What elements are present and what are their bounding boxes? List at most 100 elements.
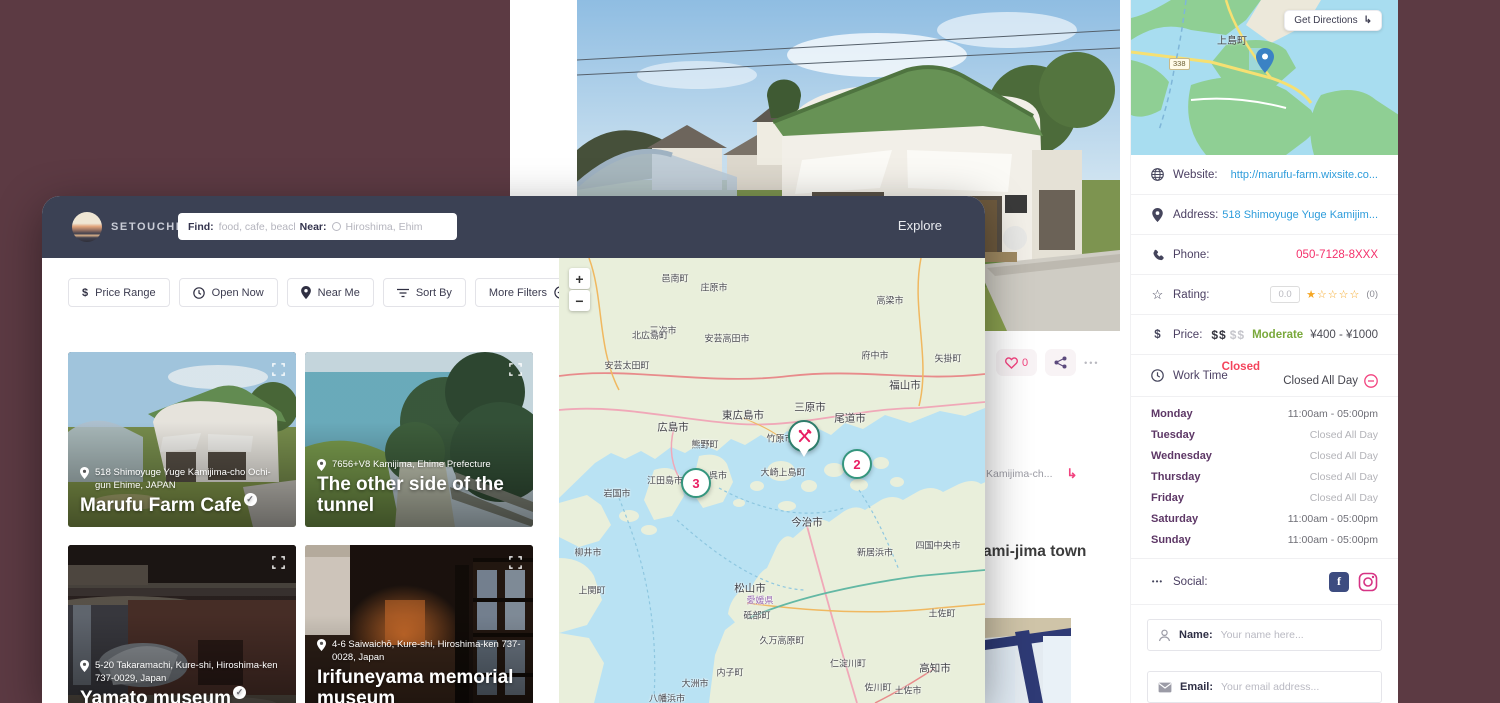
filter-price-range[interactable]: $ Price Range — [68, 278, 170, 307]
clock-icon — [1151, 369, 1164, 382]
verified-icon: ✓ — [233, 686, 246, 699]
map-city-label: 呉市 — [709, 469, 727, 482]
verified-icon: ✓ — [244, 493, 257, 506]
map-city-label: 久万高原町 — [759, 634, 804, 647]
filter-bar: $ Price Range Open Now Near Me — [68, 278, 581, 307]
app-content: $ Price Range Open Now Near Me — [42, 258, 985, 703]
map-pin-icon — [1256, 48, 1274, 73]
address-link[interactable]: 518 Shimoyuge Yuge Kamijim... — [1222, 209, 1378, 221]
near-input[interactable] — [346, 221, 422, 233]
website-row: Website: http://marufu-farm.wixsite.co..… — [1131, 155, 1398, 195]
search-bar: Find: Near: — [178, 213, 457, 240]
map-city-label: 庄原市 — [700, 281, 727, 294]
route-badge: 338 — [1169, 58, 1190, 70]
pin-icon — [301, 286, 311, 299]
listing-card-marufu-farm-cafe[interactable]: 518 Shimoyuge Yuge Kamijima-cho Ochi-gun… — [68, 352, 296, 527]
card-address: 4-6 Saiwaichō, Kure-shi, Hiroshima-ken 7… — [317, 638, 523, 665]
worktime-label: Work Time — [1173, 370, 1228, 382]
price-range: ¥400 - ¥1000 — [1310, 329, 1378, 341]
listing-card-irifuneyama-museum[interactable]: 4-6 Saiwaichō, Kure-shi, Hiroshima-ken 7… — [305, 545, 533, 703]
detail-sidebar: Get Directions ↳ 上島町 338 Website: http:/… — [1130, 0, 1398, 703]
website-link[interactable]: http://marufu-farm.wixsite.co... — [1231, 169, 1378, 181]
like-button[interactable]: 0 — [996, 349, 1037, 376]
schedule-day: Thursday — [1151, 471, 1201, 483]
map-city-label: 尾道市 — [834, 411, 866, 426]
address-label: Address: — [1173, 209, 1218, 221]
filter-open-now[interactable]: Open Now — [179, 278, 278, 307]
address-row: Address: 518 Shimoyuge Yuge Kamijim... — [1131, 195, 1398, 235]
name-field[interactable]: Name: — [1147, 619, 1382, 651]
zoom-in-button[interactable]: + — [569, 268, 590, 289]
email-field[interactable]: Email: — [1147, 671, 1382, 703]
price-dollars-inactive: $$ — [1230, 328, 1245, 342]
map-city-label: 熊野町 — [691, 438, 718, 451]
mini-map[interactable]: Get Directions ↳ 上島町 338 — [1131, 0, 1398, 155]
collapse-minus-icon[interactable] — [1364, 374, 1378, 388]
schedule-day: Tuesday — [1151, 429, 1195, 441]
filter-sort-by[interactable]: Sort By — [383, 278, 466, 307]
dollar-icon: $ — [82, 287, 88, 299]
expand-icon[interactable] — [508, 362, 523, 377]
name-input[interactable] — [1221, 629, 1371, 641]
share-button[interactable] — [1045, 349, 1076, 376]
detail-location-line: Kamijima-ch... ↳ — [986, 466, 1077, 482]
card-title: Irifuneyama memorial museum — [317, 668, 523, 703]
price-values: $$ $$ Moderate ¥400 - ¥1000 — [1211, 328, 1378, 342]
pin-icon — [1151, 208, 1164, 221]
map-cluster-marker[interactable]: 3 — [681, 468, 711, 498]
rating-stars[interactable]: ★☆☆☆☆ — [1306, 288, 1360, 301]
near-location-icon — [332, 222, 341, 231]
instagram-icon[interactable] — [1358, 572, 1378, 592]
map-city-label: 八幡浜市 — [649, 692, 685, 703]
schedule-day: Wednesday — [1151, 450, 1212, 462]
map-city-label: 安芸太田町 — [604, 359, 649, 372]
map-city-label: 柳井市 — [574, 546, 601, 559]
map-city-label: 邑南町 — [661, 272, 688, 285]
card-info: 7656+V8 Kamijima, Ehime Prefecture The o… — [317, 458, 523, 517]
find-input[interactable] — [219, 221, 295, 233]
map-city-label: 三原市 — [794, 400, 826, 415]
price-row: $ Price: $$ $$ Moderate ¥400 - ¥1000 — [1131, 315, 1398, 355]
mini-map-town-label: 上島町 — [1217, 32, 1247, 47]
worktime-row: Work Time Closed Closed All Day — [1131, 355, 1398, 397]
zoom-out-button[interactable]: − — [569, 290, 590, 311]
rating-value-box[interactable]: 0.0 — [1270, 286, 1300, 303]
gallery-photo — [985, 618, 1071, 703]
card-info: 518 Shimoyuge Yuge Kamijima-cho Ochi-gun… — [80, 466, 286, 517]
card-info: 5-20 Takaramachi, Kure-shi, Hiroshima-ke… — [80, 659, 286, 703]
phone-value[interactable]: 050-7128-8XXX — [1296, 249, 1378, 261]
schedule-day: Saturday — [1151, 513, 1198, 525]
website-label: Website: — [1173, 169, 1218, 181]
more-options-icon[interactable]: ••• — [1084, 358, 1099, 368]
map-cluster-marker[interactable]: 2 — [842, 449, 872, 479]
email-input[interactable] — [1221, 681, 1371, 693]
expand-icon[interactable] — [508, 555, 523, 570]
restaurant-pin-marker[interactable] — [788, 420, 822, 454]
schedule-row: Sunday11:00am - 05:00pm — [1151, 529, 1378, 550]
get-directions-button[interactable]: Get Directions ↳ — [1284, 10, 1382, 31]
facebook-icon[interactable]: f — [1329, 572, 1349, 592]
screen: 0 ••• Kamijima-ch... ↳ ami-jima town — [0, 0, 1500, 703]
listing-card-yamato-museum[interactable]: 5-20 Takaramachi, Kure-shi, Hiroshima-ke… — [68, 545, 296, 703]
schedule-hours: Closed All Day — [1310, 492, 1378, 504]
nav-explore[interactable]: Explore — [898, 218, 942, 233]
map-city-label: 大洲市 — [681, 677, 708, 690]
filter-near-me[interactable]: Near Me — [287, 278, 374, 307]
app-window: SETOUCHIPS Find: Near: Explore $ Price R… — [42, 196, 985, 703]
map-city-label: 岩国市 — [603, 487, 630, 500]
expand-icon[interactable] — [271, 555, 286, 570]
price-dollars-active: $$ — [1211, 328, 1226, 342]
social-label-group: ••• Social: — [1151, 575, 1208, 588]
phone-label-group: Phone: — [1151, 248, 1209, 261]
map-city-label: 内子町 — [716, 666, 743, 679]
heart-icon — [1005, 357, 1018, 369]
listing-card-other-side-of-tunnel[interactable]: 7656+V8 Kamijima, Ehime Prefecture The o… — [305, 352, 533, 527]
main-map[interactable]: + − 庄原市三次市高梁市邑南町北広島町安芸高田市安芸太田町東広島市三原市尾道市… — [559, 258, 985, 703]
social-icons: f — [1329, 572, 1378, 592]
card-title: Yamato museum✓ — [80, 689, 286, 703]
get-directions-arrow-icon: ↳ — [1364, 15, 1372, 26]
detail-action-bar: 0 ••• — [996, 349, 1100, 376]
card-address: 518 Shimoyuge Yuge Kamijima-cho Ochi-gun… — [80, 466, 286, 493]
directions-arrow-icon[interactable]: ↳ — [1067, 466, 1078, 482]
expand-icon[interactable] — [271, 362, 286, 377]
